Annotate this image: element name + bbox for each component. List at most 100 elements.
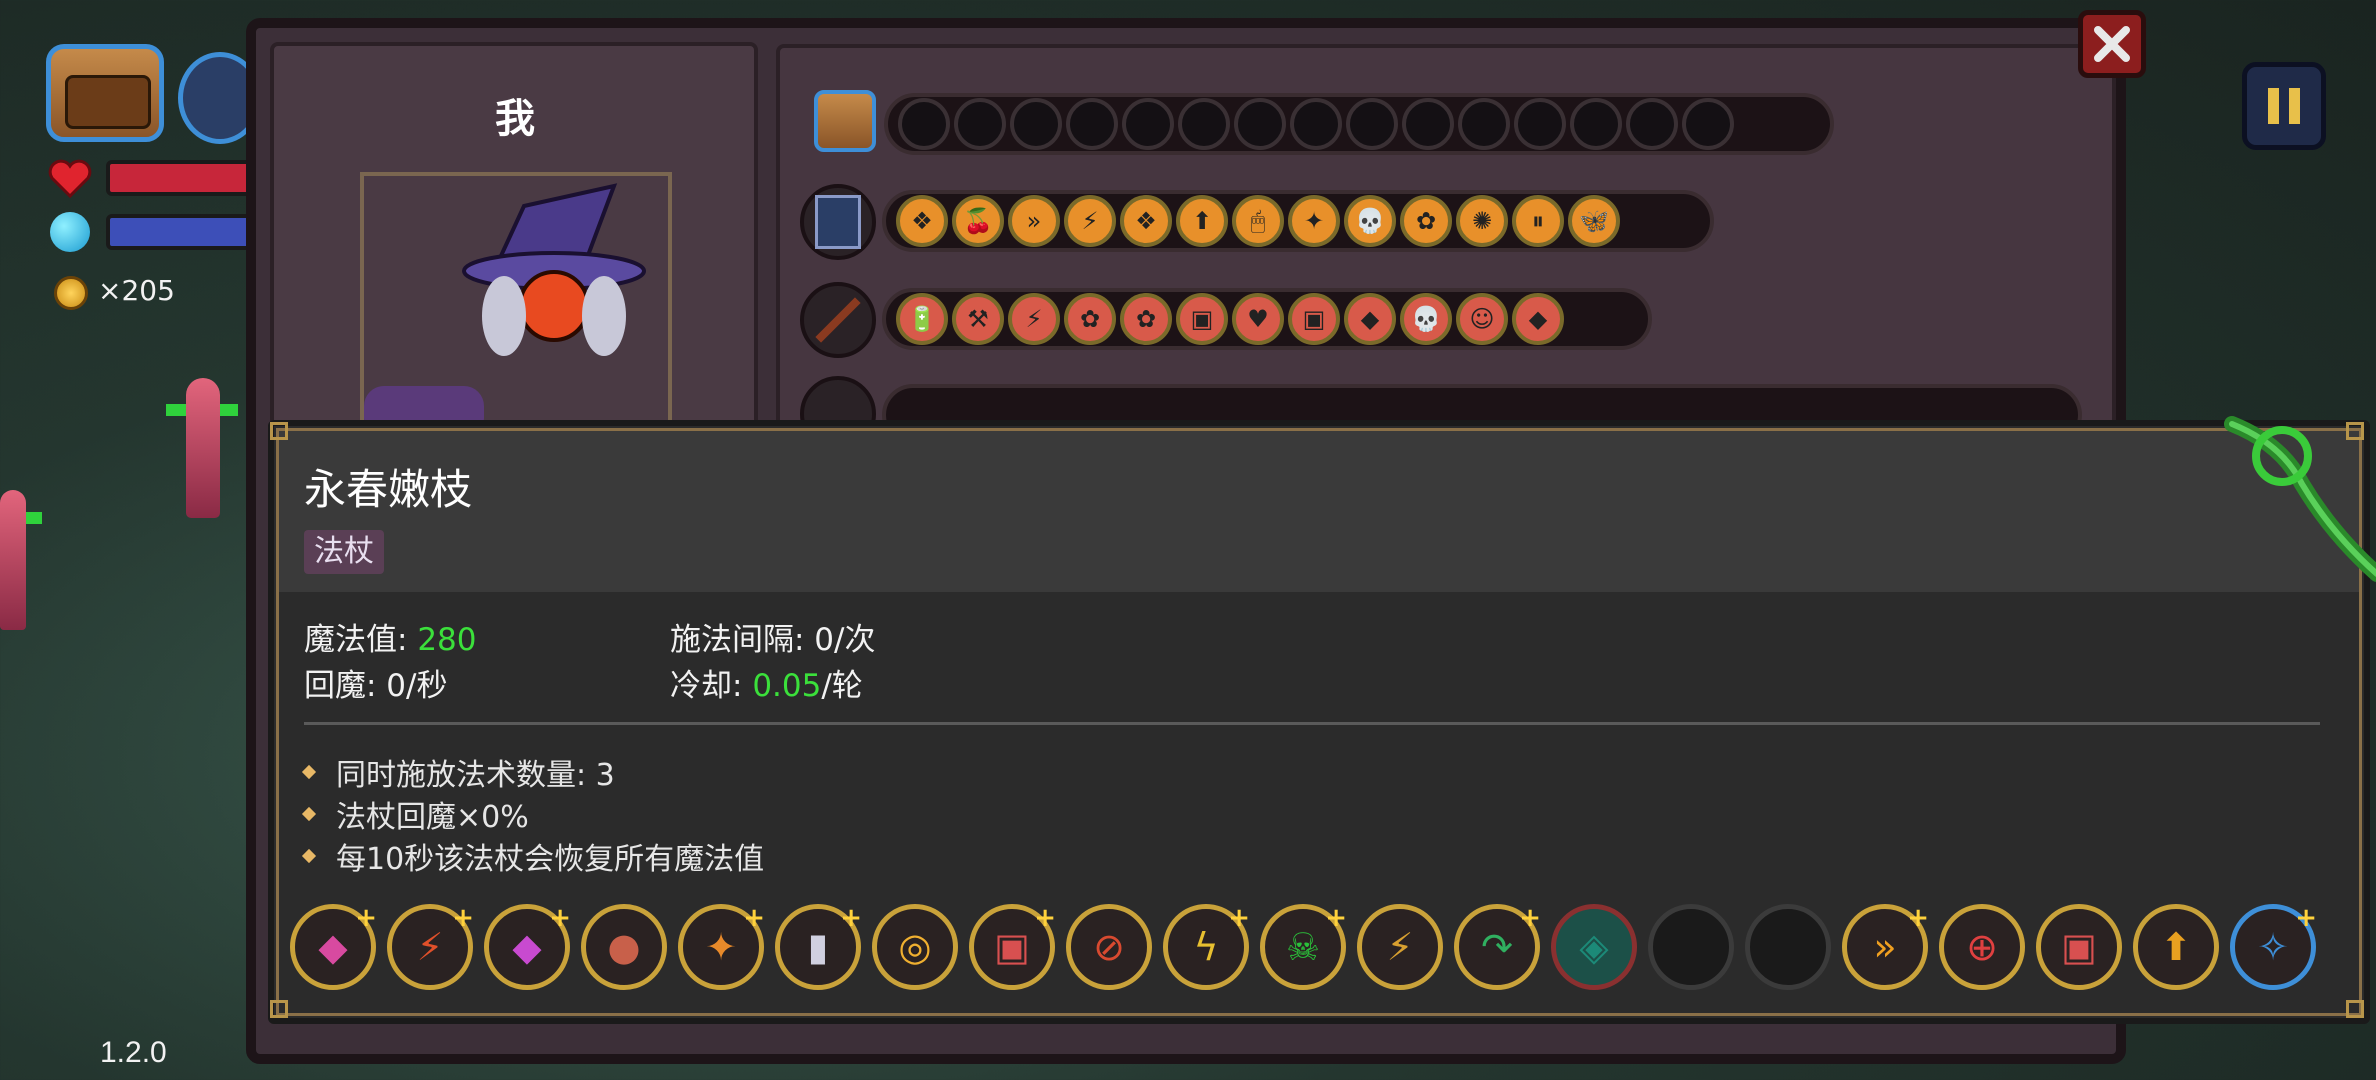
mana-value: 280 — [417, 622, 477, 658]
spell-slot[interactable]: » — [1008, 195, 1060, 247]
empty-slot[interactable] — [1648, 904, 1734, 990]
tooltip-divider — [304, 722, 2320, 725]
rune-icon[interactable]: ◈ — [1551, 904, 1637, 990]
bullet-text: 每10秒该法杖会恢复所有魔法值 — [336, 842, 765, 877]
spell-slot[interactable]: 🖱 — [1232, 195, 1284, 247]
bullet-text: 法杖回魔×0% — [336, 800, 529, 835]
target-icon[interactable]: ⊕ — [1939, 904, 2025, 990]
spell-slot[interactable]: ❖ — [896, 195, 948, 247]
spell-slot[interactable]: 🦋 — [1568, 195, 1620, 247]
spellbook-row-icon[interactable] — [800, 184, 876, 260]
spell-slot[interactable]: ◆ — [1512, 293, 1564, 345]
empty-slot[interactable] — [1626, 98, 1678, 150]
empty-slot[interactable] — [1570, 98, 1622, 150]
witch-portrait-icon — [364, 183, 646, 438]
spell-slot[interactable]: ⬆ — [1176, 195, 1228, 247]
spell-slot[interactable]: ♥ — [1232, 293, 1284, 345]
battery-icon[interactable]: ▮ + — [775, 903, 862, 990]
bullet-item: 每10秒该法杖会恢复所有魔法值 — [301, 834, 765, 878]
cooldown-unit: /轮 — [821, 668, 863, 704]
bullet-icon — [301, 764, 317, 780]
mana-label: 魔法值: — [304, 622, 418, 658]
spell-slot[interactable]: 💀 — [1344, 195, 1396, 247]
upgrade-plus-icon: + — [743, 903, 765, 933]
health-bar — [106, 160, 266, 196]
empty-slot[interactable] — [1010, 98, 1062, 150]
spell-slot[interactable]: ⚡ — [1008, 293, 1060, 345]
wand-spell-row: ◆ + ⚡ + ◆ + ● ✦ + ▮ + ◎ ▣ + ⊘ ϟ + ☠ + ⚡ ↷ + ◈» + ⊕ ▣ ⬆ ✧ + — [290, 898, 2350, 996]
bullet-item: 同时施放法术数量: 3 — [301, 750, 615, 794]
empty-slot[interactable] — [954, 98, 1006, 150]
empty-slot[interactable] — [1122, 98, 1174, 150]
tentacle-enemy — [186, 378, 220, 518]
heart-icon — [48, 159, 92, 198]
tooltip-corner — [270, 1000, 288, 1018]
bullet-item: 法杖回魔×0% — [301, 792, 529, 836]
tooltip-corner — [270, 422, 288, 440]
staff-slot-row: 🔋 ⚒ ⚡ ✿ ✿ ▣ ♥ ▣ ◆ 💀 ☺ ◆ — [882, 288, 1652, 350]
gold-count: ×205 — [98, 274, 175, 307]
cooldown-stat: 冷却: 0.05/轮 — [670, 660, 863, 705]
empty-slot[interactable] — [1290, 98, 1342, 150]
spell-slot[interactable]: ✿ — [1400, 195, 1452, 247]
spell-slot[interactable]: ▣ — [1176, 293, 1228, 345]
bolt-icon[interactable]: ⚡ — [1357, 904, 1443, 990]
bullet-icon — [301, 848, 317, 864]
empty-slot[interactable] — [898, 98, 950, 150]
evergreen-twig-icon — [2224, 416, 2376, 582]
inventory-bag-icon[interactable] — [46, 44, 164, 142]
upgrade-plus-icon: + — [1325, 903, 1347, 933]
empty-slot[interactable] — [1458, 98, 1510, 150]
empty-slot[interactable] — [1402, 98, 1454, 150]
empty-slot[interactable] — [1514, 98, 1566, 150]
empty-slot[interactable] — [1234, 98, 1286, 150]
pause-button[interactable] — [2242, 62, 2326, 150]
staff-row-icon[interactable] — [800, 282, 876, 358]
spell-slot[interactable]: 🔋 — [896, 293, 948, 345]
spell-slot[interactable]: ☺ — [1456, 293, 1508, 345]
empty-slot[interactable] — [1346, 98, 1398, 150]
crystal-icon[interactable]: ◆ + — [290, 903, 377, 990]
orbit-icon[interactable]: ⊘ — [1066, 904, 1152, 990]
spell-slot[interactable]: 💀 — [1400, 293, 1452, 345]
box-icon[interactable]: ▣ + — [969, 903, 1056, 990]
upgrade-plus-icon: + — [1228, 903, 1250, 933]
spell-slot[interactable]: ✺ — [1456, 195, 1508, 247]
spell-slot[interactable]: ⚡ — [1064, 195, 1116, 247]
spell-slot[interactable]: ⏸ — [1512, 195, 1564, 247]
pause-icon — [2268, 88, 2300, 124]
item-title: 永春嫩枝 — [304, 465, 473, 514]
lightning-icon[interactable]: ϟ + — [1163, 903, 1250, 990]
fire-claw-icon[interactable]: ⚡ + — [387, 903, 474, 990]
bag-row-icon[interactable] — [814, 90, 876, 152]
spell-slot[interactable]: ✿ — [1064, 293, 1116, 345]
spell-slot[interactable]: 🍒 — [952, 195, 1004, 247]
spell-slot[interactable]: ✿ — [1120, 293, 1172, 345]
spell-slot[interactable]: ✦ — [1288, 195, 1340, 247]
speed-icon[interactable]: » + — [1842, 903, 1929, 990]
spell-slot[interactable]: ▣ — [1288, 293, 1340, 345]
burst-icon[interactable]: ◎ — [872, 904, 958, 990]
spell-slot[interactable]: ❖ — [1120, 195, 1172, 247]
arc-icon[interactable]: ↷ + — [1454, 903, 1541, 990]
cast-interval-stat: 施法间隔: 0/次 — [670, 622, 876, 658]
gold-coin-icon — [54, 276, 88, 310]
character-portrait-frame — [360, 172, 672, 442]
spell-slot[interactable]: ⚒ — [952, 293, 1004, 345]
box-icon[interactable]: ▣ — [2036, 904, 2122, 990]
crystal-icon[interactable]: ◆ + — [484, 903, 571, 990]
pickaxe-icon[interactable]: ✧ + — [2230, 903, 2317, 990]
empty-slot[interactable] — [1178, 98, 1230, 150]
empty-slot[interactable] — [1682, 98, 1734, 150]
empty-slot[interactable] — [1745, 904, 1831, 990]
tentacle-enemy — [0, 490, 26, 630]
upgrade-plus-icon: + — [355, 903, 377, 933]
split-icon[interactable]: ✦ + — [678, 903, 765, 990]
close-button[interactable] — [2078, 10, 2146, 78]
skull-icon[interactable]: ☠ + — [1260, 903, 1347, 990]
close-icon — [2094, 26, 2130, 62]
empty-slot[interactable] — [1066, 98, 1118, 150]
spell-slot[interactable]: ◆ — [1344, 293, 1396, 345]
up-arrow-icon[interactable]: ⬆ — [2133, 904, 2219, 990]
meat-icon[interactable]: ● — [581, 904, 667, 990]
